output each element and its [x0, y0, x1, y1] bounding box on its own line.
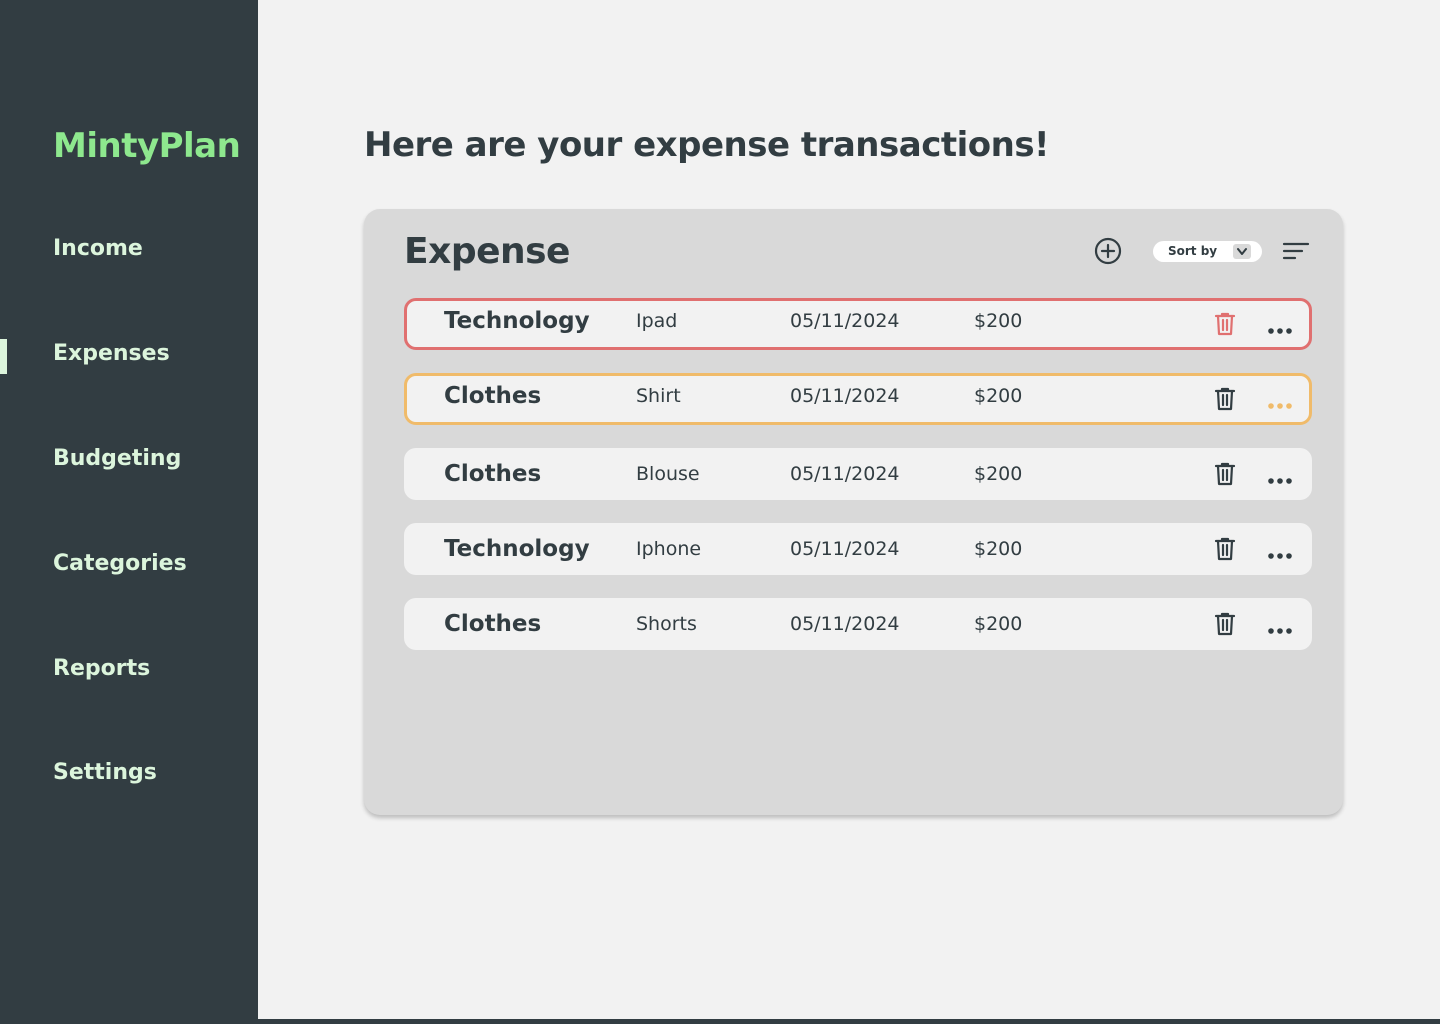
- trash-icon[interactable]: [1214, 312, 1236, 336]
- filter-button[interactable]: [1282, 241, 1310, 263]
- row-category: Clothes: [444, 461, 542, 487]
- row-item: Shirt: [636, 385, 681, 407]
- row-category: Technology: [444, 308, 590, 334]
- bottom-border: [258, 1019, 1440, 1024]
- table-row[interactable]: Clothes Blouse 05/11/2024 $200: [404, 448, 1312, 500]
- sidebar-item-budgeting[interactable]: Budgeting: [53, 446, 181, 471]
- more-options-icon[interactable]: [1267, 320, 1293, 334]
- sidebar-item-income[interactable]: Income: [53, 236, 143, 261]
- more-options-icon[interactable]: [1267, 470, 1293, 484]
- filter-lines-icon: [1282, 242, 1310, 260]
- row-date: 05/11/2024: [790, 613, 900, 635]
- chevron-down-icon: [1233, 244, 1251, 259]
- trash-icon[interactable]: [1214, 612, 1236, 636]
- row-category: Clothes: [444, 383, 542, 409]
- row-item: Shorts: [636, 613, 697, 635]
- row-item: Ipad: [636, 310, 678, 332]
- row-date: 05/11/2024: [790, 538, 900, 560]
- sidebar-item-categories[interactable]: Categories: [53, 551, 187, 576]
- plus-circle-icon: [1094, 237, 1122, 265]
- row-date: 05/11/2024: [790, 310, 900, 332]
- row-category: Clothes: [444, 611, 542, 637]
- sort-by-label: Sort by: [1168, 244, 1218, 258]
- sidebar-item-expenses[interactable]: Expenses: [53, 341, 170, 366]
- sidebar-item-reports[interactable]: Reports: [53, 656, 150, 681]
- more-options-icon[interactable]: [1267, 545, 1293, 559]
- row-category: Technology: [444, 536, 590, 562]
- expense-panel: Expense Sort by Technology Ipad 05/11/20…: [364, 209, 1343, 815]
- row-date: 05/11/2024: [790, 463, 900, 485]
- row-amount: $200: [974, 310, 1023, 332]
- table-row[interactable]: Clothes Shirt 05/11/2024 $200: [404, 373, 1312, 425]
- row-amount: $200: [974, 538, 1023, 560]
- row-item: Blouse: [636, 463, 700, 485]
- row-date: 05/11/2024: [790, 385, 900, 407]
- panel-title: Expense: [404, 231, 570, 272]
- row-amount: $200: [974, 463, 1023, 485]
- sidebar-item-settings[interactable]: Settings: [53, 760, 157, 785]
- trash-icon[interactable]: [1214, 537, 1236, 561]
- table-row[interactable]: Technology Iphone 05/11/2024 $200: [404, 523, 1312, 575]
- page-title: Here are your expense transactions!: [364, 125, 1050, 165]
- row-amount: $200: [974, 385, 1023, 407]
- trash-icon[interactable]: [1214, 387, 1236, 411]
- table-row[interactable]: Clothes Shorts 05/11/2024 $200: [404, 598, 1312, 650]
- row-amount: $200: [974, 613, 1023, 635]
- table-row[interactable]: Technology Ipad 05/11/2024 $200: [404, 298, 1312, 350]
- add-expense-button[interactable]: [1094, 237, 1122, 265]
- row-item: Iphone: [636, 538, 702, 560]
- trash-icon[interactable]: [1214, 462, 1236, 486]
- sidebar: MintyPlan Income Expenses Budgeting Cate…: [0, 0, 258, 1024]
- more-options-icon[interactable]: [1267, 395, 1293, 409]
- app-logo: MintyPlan: [53, 126, 241, 166]
- more-options-icon[interactable]: [1267, 620, 1293, 634]
- sort-by-select[interactable]: Sort by: [1153, 241, 1262, 262]
- active-nav-indicator: [0, 339, 7, 374]
